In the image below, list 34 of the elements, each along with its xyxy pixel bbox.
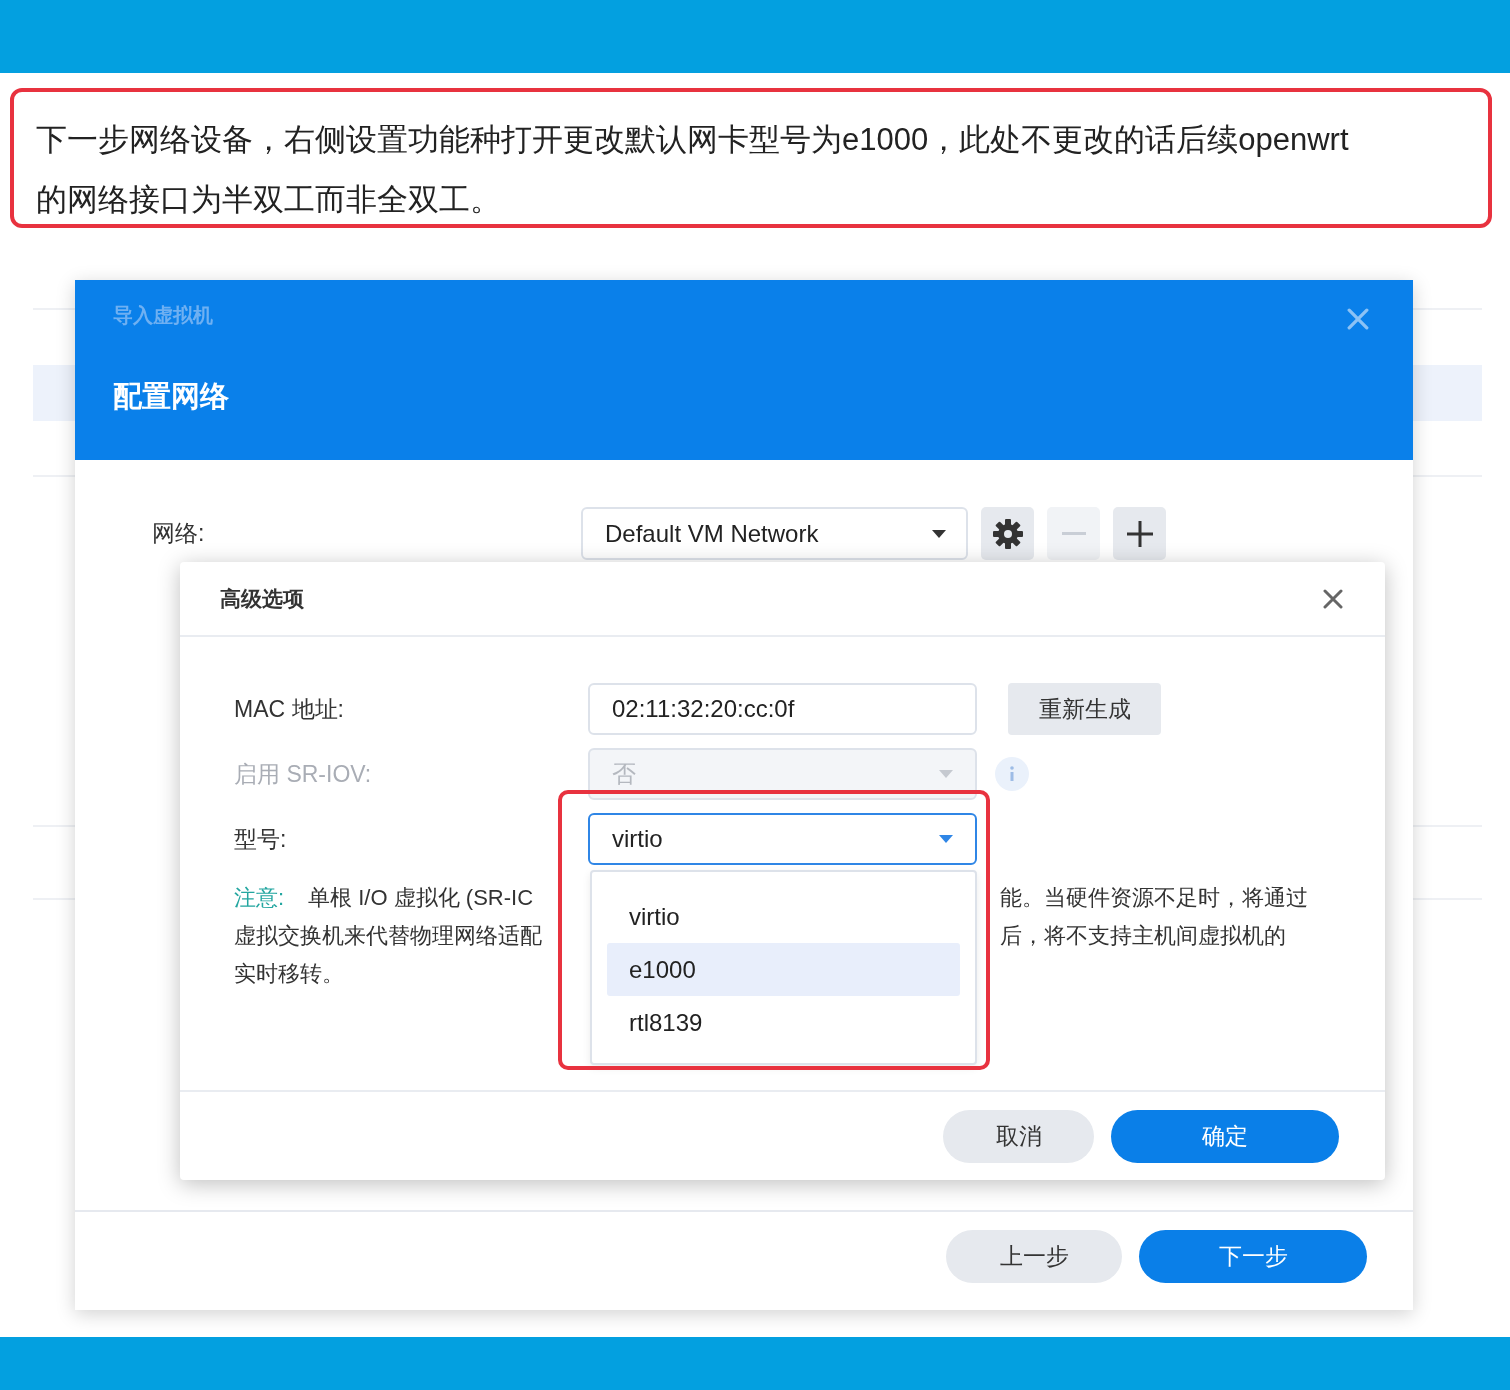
regenerate-button[interactable]: 重新生成	[1008, 683, 1161, 735]
caption-text: 下一步网络设备，右侧设置功能种打开更改默认网卡型号为e1000，此处不更改的话后续openwrt的网络接口为半双工而非全双工。	[36, 122, 1349, 217]
note-text: 实时移转。	[234, 961, 344, 986]
confirm-button[interactable]: 确定	[1111, 1110, 1339, 1163]
input-field[interactable]: 02:11:32:20:cc:0f	[588, 683, 977, 735]
dropdown-option[interactable]: rtl8139	[607, 996, 960, 1049]
close-icon[interactable]	[1323, 588, 1343, 609]
dialog-title: 高级选项	[220, 585, 304, 612]
field-label: MAC 地址:	[234, 694, 345, 724]
secondary-button[interactable]: 取消	[943, 1110, 1094, 1163]
note-text: 虚拟交换机来代替物理网络适配	[234, 923, 542, 948]
note-text: 能。当硬件资源不足时，将通过	[1000, 885, 1308, 910]
gear-button[interactable]	[981, 507, 1034, 560]
secondary-button[interactable]: 上一步	[946, 1230, 1122, 1283]
field-label: 启用 SR-IOV:	[234, 759, 373, 789]
note-text: 单根 I/O 虚拟化 (SR-IC	[308, 885, 533, 910]
dropdown-option[interactable]: e1000	[607, 943, 960, 996]
caret-icon	[939, 835, 953, 843]
confirm-button[interactable]: 下一步	[1139, 1230, 1367, 1283]
plus-button[interactable]	[1113, 507, 1166, 560]
note-label: 注意:	[234, 885, 285, 910]
settings-icon	[991, 517, 1024, 550]
network-label: 网络:	[152, 519, 206, 548]
select-field[interactable]: virtio	[588, 813, 977, 865]
network-dropdown[interactable]: Default VM Network	[581, 507, 968, 560]
caret-icon	[939, 770, 953, 778]
dropdown-option[interactable]: virtio	[607, 890, 960, 943]
note-text: 后，将不支持主机间虚拟机的	[1000, 923, 1286, 948]
dialog-title: 配置网络	[113, 379, 229, 414]
dialog-subtitle: 导入虚拟机	[113, 303, 213, 328]
plus-icon	[1126, 520, 1153, 547]
field-label: 型号:	[234, 824, 288, 854]
caret-icon	[932, 529, 946, 538]
minus-icon	[1061, 531, 1086, 536]
